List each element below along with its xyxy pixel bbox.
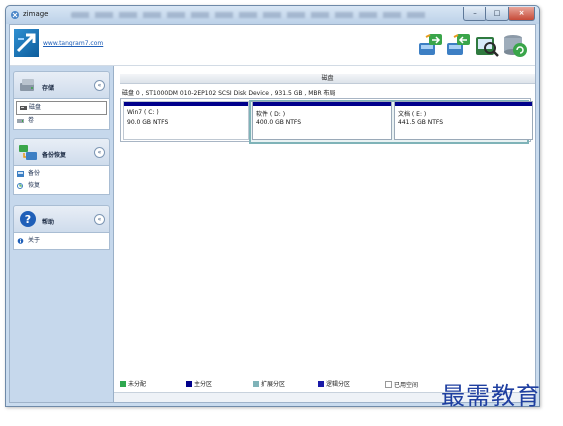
legend-swatch xyxy=(318,381,324,387)
search-disk-icon[interactable] xyxy=(473,31,501,59)
legend-swatch xyxy=(120,381,126,387)
legend-used-space: 已用空间 xyxy=(385,381,418,390)
backup-restore-panel: 备份恢复 « 备份 恢复 xyxy=(13,138,110,195)
main-content: 磁盘 磁盘 0 , ST1000DM 010-2EP102 SCSI Disk … xyxy=(114,66,535,402)
storage-panel-header[interactable]: 存储 « xyxy=(13,71,110,99)
minimize-button[interactable]: – xyxy=(463,7,487,21)
maximize-button[interactable]: □ xyxy=(485,7,509,21)
restore-icon xyxy=(17,183,23,189)
disk-map: Win7 ( C: ) 90.0 GB NTFS 软件 ( D: ) 400.0… xyxy=(120,98,533,144)
logo-icon xyxy=(14,29,39,57)
disk-info: 磁盘 0 , ST1000DM 010-2EP102 SCSI Disk Dev… xyxy=(122,90,336,97)
watermark: 最需教育 xyxy=(441,382,541,410)
help-icon: ? xyxy=(20,211,36,227)
sidebar-item-disk[interactable]: 磁盘 xyxy=(16,101,107,115)
header: www.tangram7.com xyxy=(10,25,535,66)
storage-panel: 存储 « 磁盘 卷 xyxy=(13,71,110,130)
logical-partition-bar xyxy=(395,102,532,106)
app-icon xyxy=(11,11,19,19)
sidebar-item-label: 卷 xyxy=(28,117,35,124)
backup-restore-panel-title: 备份恢复 xyxy=(42,152,67,159)
collapse-icon[interactable]: « xyxy=(94,80,105,91)
legend-swatch xyxy=(385,381,392,388)
collapse-icon[interactable]: « xyxy=(94,214,105,225)
legend-logical: 逻辑分区 xyxy=(318,381,350,389)
settings-disk-icon[interactable] xyxy=(501,31,529,59)
sidebar-item-label: 关于 xyxy=(28,237,41,244)
disk-icon xyxy=(20,106,27,110)
sidebar-item-backup[interactable]: 备份 xyxy=(14,168,109,180)
storage-icon xyxy=(20,79,34,91)
partition-size: 90.0 GB NTFS xyxy=(127,119,169,126)
sidebar: 存储 « 磁盘 卷 备份恢复 « 备份 恢复 ? 帮助 « 关于 xyxy=(10,66,114,402)
storage-panel-title: 存储 xyxy=(42,85,55,92)
help-panel-header[interactable]: ? 帮助 « xyxy=(13,205,110,233)
legend-extended: 扩展分区 xyxy=(253,381,285,389)
backup-restore-panel-body: 备份 恢复 xyxy=(13,166,110,195)
collapse-icon[interactable]: « xyxy=(94,147,105,158)
legend-label: 已用空间 xyxy=(394,382,419,389)
help-panel: ? 帮助 « 关于 xyxy=(13,205,110,250)
backup-icon xyxy=(17,171,24,177)
legend-primary: 主分区 xyxy=(186,381,212,389)
volume-icon xyxy=(17,119,24,123)
section-title: 磁盘 xyxy=(120,74,535,84)
partition-e[interactable]: 文档 ( E: ) 441.5 GB NTFS xyxy=(394,101,533,140)
legend-swatch xyxy=(186,381,192,387)
backup-restore-panel-header[interactable]: 备份恢复 « xyxy=(13,138,110,166)
blurred-title-area xyxy=(71,12,431,18)
sidebar-item-about[interactable]: 关于 xyxy=(14,235,109,247)
legend-label: 逻辑分区 xyxy=(326,381,351,388)
backup-restore-icon xyxy=(19,145,37,160)
logical-partition-bar xyxy=(253,102,391,106)
partition-size: 400.0 GB NTFS xyxy=(256,119,302,126)
partition-name: 软件 ( D: ) xyxy=(256,111,286,118)
partition-c[interactable]: Win7 ( C: ) 90.0 GB NTFS xyxy=(123,101,249,140)
sidebar-item-restore[interactable]: 恢复 xyxy=(14,180,109,192)
partition-name: 文档 ( E: ) xyxy=(398,111,427,118)
window-title: zimage xyxy=(23,10,49,18)
legend-label: 主分区 xyxy=(194,381,213,388)
primary-partition-bar xyxy=(124,102,248,106)
client-area: www.tangram7.com 存储 « 磁盘 卷 备份恢复 « 备份 恢复 … xyxy=(9,24,536,403)
app-window: zimage – □ × www.tangram7.com 存储 « 磁盘 卷 … xyxy=(5,5,540,407)
sidebar-item-volume[interactable]: 卷 xyxy=(14,115,109,127)
help-panel-body: 关于 xyxy=(13,233,110,250)
partition-name: Win7 ( C: ) xyxy=(127,109,159,116)
legend-unallocated: 未分配 xyxy=(120,381,146,389)
sidebar-item-label: 备份 xyxy=(28,170,41,177)
title-bar[interactable]: zimage – □ × xyxy=(6,6,539,24)
help-panel-title: 帮助 xyxy=(42,219,55,226)
legend-label: 未分配 xyxy=(128,381,147,388)
svg-text:?: ? xyxy=(25,213,31,226)
partition-size: 441.5 GB NTFS xyxy=(398,119,444,126)
website-link[interactable]: www.tangram7.com xyxy=(43,40,103,47)
backup-disk-icon[interactable] xyxy=(417,31,445,59)
restore-disk-icon[interactable] xyxy=(445,31,473,59)
legend-label: 扩展分区 xyxy=(261,381,286,388)
sidebar-item-label: 恢复 xyxy=(28,182,41,189)
sidebar-item-label: 磁盘 xyxy=(29,104,42,111)
legend-swatch xyxy=(253,381,259,387)
close-button[interactable]: × xyxy=(508,7,535,21)
storage-panel-body: 磁盘 卷 xyxy=(13,99,110,130)
partition-d[interactable]: 软件 ( D: ) 400.0 GB NTFS xyxy=(252,101,392,140)
info-icon xyxy=(17,238,24,244)
